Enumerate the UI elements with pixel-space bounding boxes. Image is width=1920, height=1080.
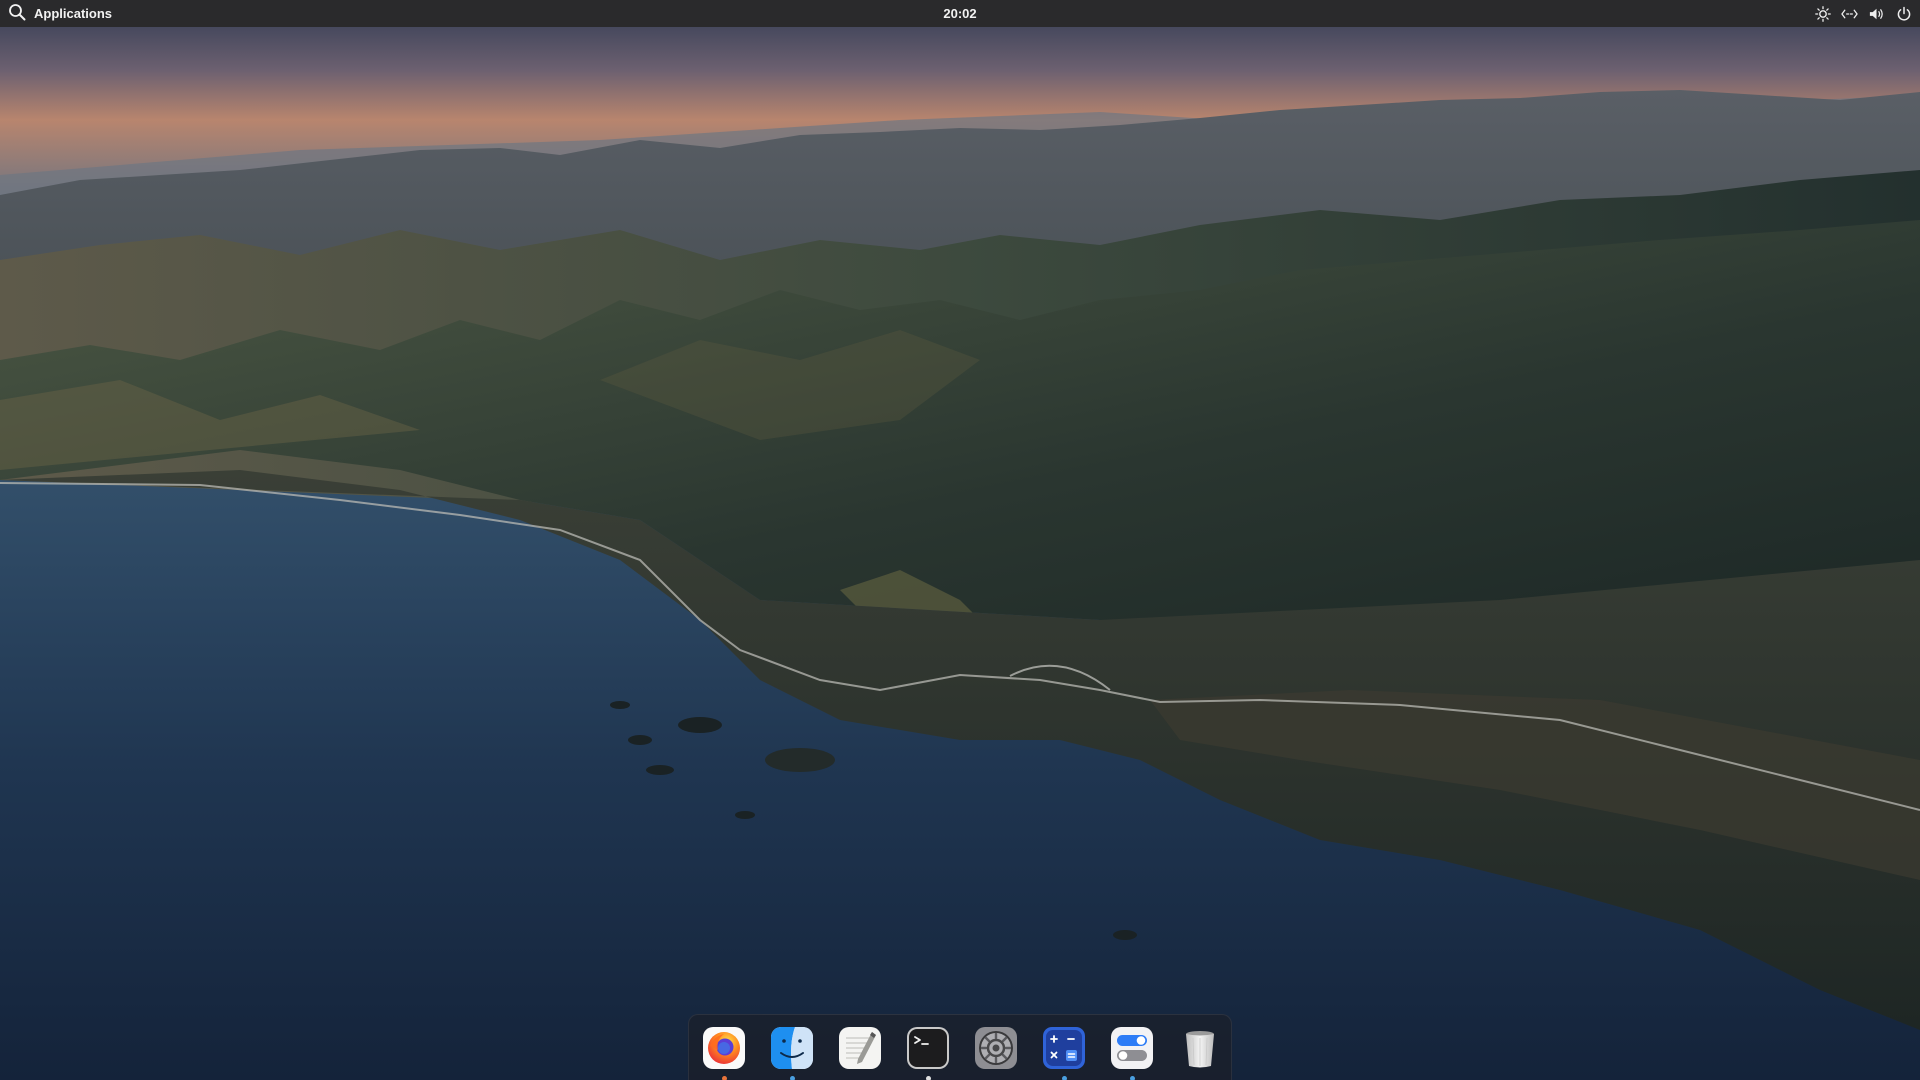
running-indicator [1062,1076,1067,1080]
dock-item-terminal[interactable] [906,1026,950,1080]
calculator-icon [1042,1026,1086,1070]
brightness-icon[interactable] [1814,5,1831,22]
trash-icon [1178,1026,1222,1070]
desktop: Applications 20:02 [0,0,1920,1080]
dock [688,1014,1232,1080]
settings-gear-icon [974,1026,1018,1070]
running-indicator [722,1076,727,1080]
system-tray [1814,0,1912,27]
running-indicator [790,1076,795,1080]
finder-icon [770,1026,814,1070]
applications-menu-button[interactable]: Applications [8,0,112,27]
dock-item-text-editor[interactable] [838,1026,882,1070]
dock-item-finder[interactable] [770,1026,814,1080]
applications-label: Applications [34,6,113,21]
clock[interactable]: 20:02 [943,6,976,21]
search-icon [8,3,26,24]
power-icon[interactable] [1895,5,1912,22]
firefox-icon [702,1026,746,1070]
running-indicator [926,1076,931,1080]
dock-item-firefox[interactable] [702,1026,746,1080]
wallpaper [0,0,1920,1080]
terminal-icon [906,1026,950,1070]
top-panel: Applications 20:02 [0,0,1920,27]
volume-icon[interactable] [1868,5,1885,22]
dock-item-toggles[interactable] [1110,1026,1154,1080]
dock-item-system-settings[interactable] [974,1026,1018,1070]
dock-item-calculator[interactable] [1042,1026,1086,1080]
network-arrows-icon[interactable] [1841,5,1858,22]
running-indicator [1130,1076,1135,1080]
toggle-switches-icon [1110,1026,1154,1070]
text-editor-icon [838,1026,882,1070]
dock-item-trash[interactable] [1178,1026,1222,1070]
